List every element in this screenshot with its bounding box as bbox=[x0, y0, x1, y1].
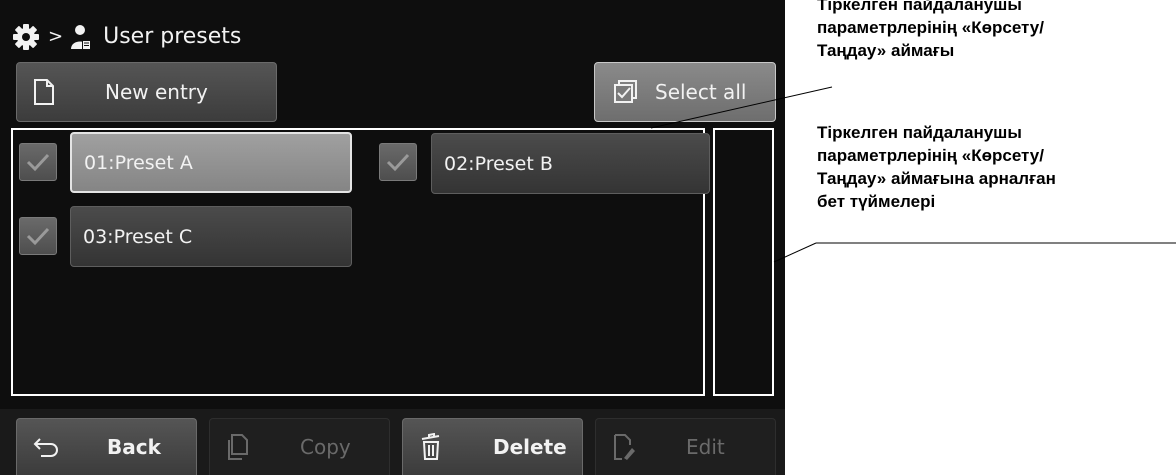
page-buttons-leader bbox=[773, 242, 817, 263]
callout-leader-lines bbox=[650, 86, 1176, 263]
display-area-leader bbox=[650, 86, 833, 129]
